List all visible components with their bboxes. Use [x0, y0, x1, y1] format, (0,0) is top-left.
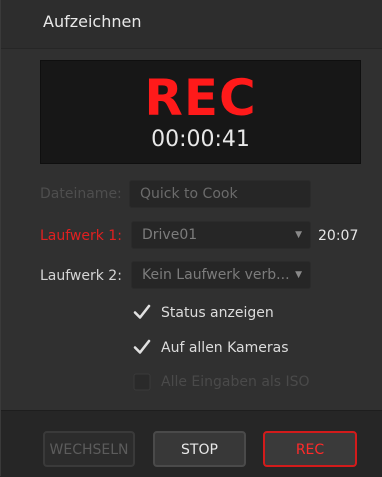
status-anzeigen-checkbox[interactable]	[133, 303, 151, 321]
iso-checkbox[interactable]	[133, 373, 151, 391]
filename-label: Dateiname:	[40, 186, 122, 202]
filename-field[interactable]: Quick to Cook	[129, 180, 311, 208]
record-timecode: 00:00:41	[151, 127, 250, 152]
drive2-select[interactable]: Kein Laufwerk verb... ▼	[131, 261, 311, 289]
chevron-down-icon: ▼	[295, 270, 302, 280]
panel-title: Aufzeichnen	[43, 12, 142, 31]
status-anzeigen-label: Status anzeigen	[161, 305, 274, 321]
button-bar: WECHSELN STOP REC	[1, 410, 382, 477]
title-bar: Aufzeichnen	[1, 0, 382, 49]
drive2-label: Laufwerk 2:	[40, 268, 122, 284]
rec-indicator: REC	[144, 69, 257, 127]
checkmark-icon	[133, 304, 151, 319]
iso-label: Alle Eingaben als ISO	[161, 374, 310, 390]
filename-value: Quick to Cook	[140, 186, 238, 202]
chevron-down-icon: ▼	[295, 230, 302, 240]
record-status-display: REC 00:00:41	[40, 60, 361, 164]
switch-button[interactable]: WECHSELN	[43, 431, 135, 467]
auf-allen-kameras-checkbox[interactable]	[133, 338, 151, 356]
checkmark-icon	[133, 339, 151, 354]
rec-button[interactable]: REC	[263, 431, 357, 467]
drive1-select[interactable]: Drive01 ▼	[131, 221, 311, 249]
drive2-value: Kein Laufwerk verb...	[142, 267, 290, 283]
stop-button[interactable]: STOP	[153, 431, 246, 467]
drive1-label: Laufwerk 1:	[40, 228, 122, 244]
drive1-value: Drive01	[142, 227, 198, 243]
auf-allen-kameras-label: Auf allen Kameras	[161, 340, 289, 356]
record-panel: Aufzeichnen REC 00:00:41 Dateiname: Quic…	[0, 0, 382, 477]
drive1-remaining-time: 20:07	[318, 228, 359, 244]
empty-checkbox-icon	[133, 373, 151, 391]
